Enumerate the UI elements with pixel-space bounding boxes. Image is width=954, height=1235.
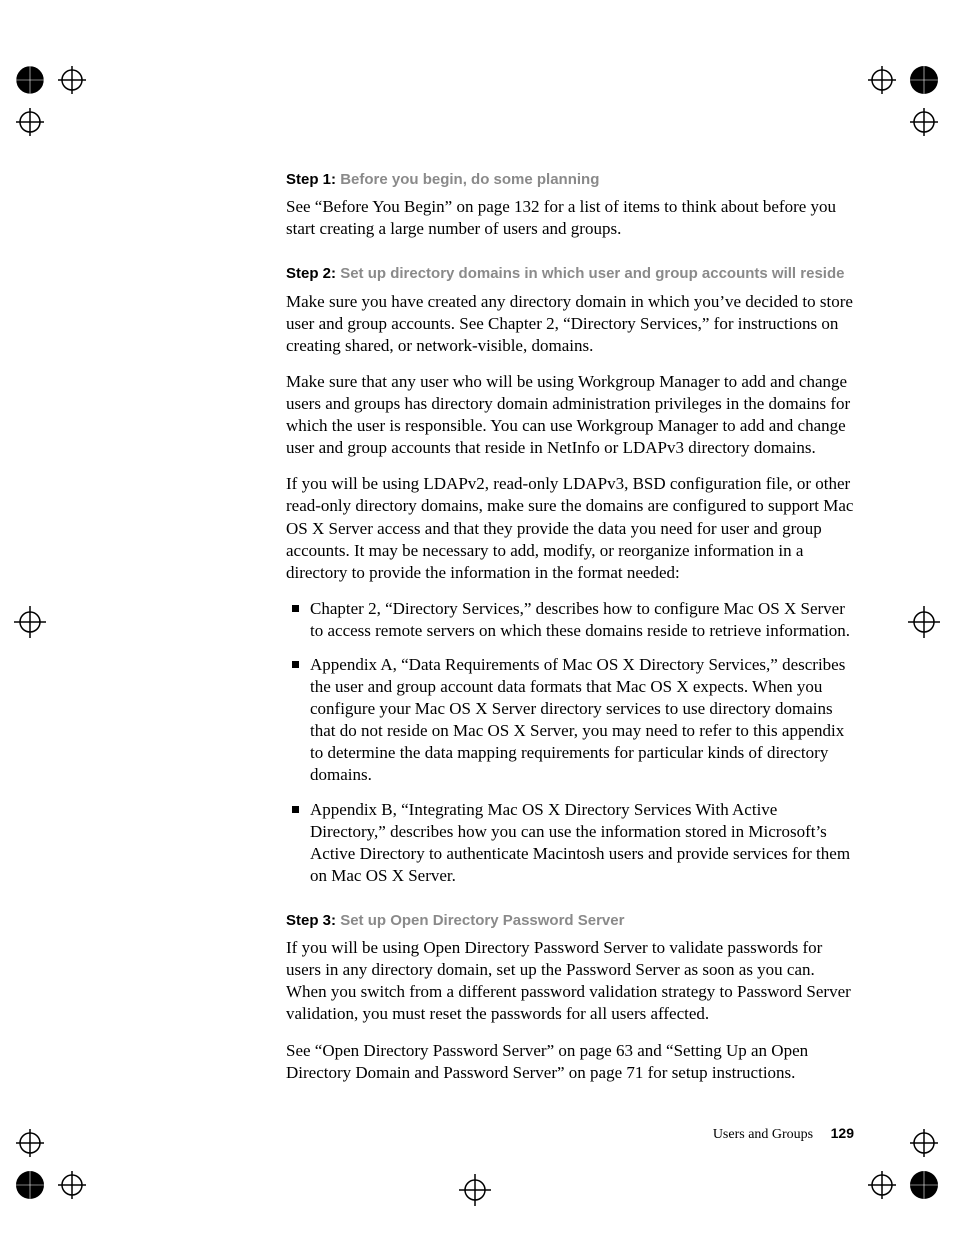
step-2-block: Step 2: Set up directory domains in whic… xyxy=(286,264,856,887)
step-1-label: Step 1: xyxy=(286,171,336,188)
registration-mark-icon xyxy=(844,60,944,150)
list-item: Appendix B, “Integrating Mac OS X Direct… xyxy=(286,799,856,887)
footer-section-title: Users and Groups xyxy=(713,1127,813,1142)
step-2-paragraph-2: Make sure that any user who will be usin… xyxy=(286,371,856,459)
page-footer: Users and Groups 129 xyxy=(713,1125,854,1143)
step-3-paragraph-1: If you will be using Open Directory Pass… xyxy=(286,937,856,1025)
page-content: Step 1: Before you begin, do some planni… xyxy=(286,170,856,1108)
step-3-heading: Step 3: Set up Open Directory Password S… xyxy=(286,911,856,931)
registration-mark-icon xyxy=(10,60,110,150)
step-2-paragraph-1: Make sure you have created any directory… xyxy=(286,291,856,357)
step-1-title: Before you begin, do some planning xyxy=(340,171,599,188)
step-3-block: Step 3: Set up Open Directory Password S… xyxy=(286,911,856,1084)
step-3-label: Step 3: xyxy=(286,912,336,929)
registration-mark-icon xyxy=(844,1115,944,1205)
step-1-paragraph: See “Before You Begin” on page 132 for a… xyxy=(286,196,856,240)
crosshair-icon xyxy=(455,1170,495,1215)
crosshair-icon xyxy=(10,602,50,647)
step-1-block: Step 1: Before you begin, do some planni… xyxy=(286,170,856,240)
crosshair-icon xyxy=(904,602,944,647)
step-2-bullet-list: Chapter 2, “Directory Services,” describ… xyxy=(286,598,856,887)
list-item: Chapter 2, “Directory Services,” describ… xyxy=(286,598,856,642)
step-1-heading: Step 1: Before you begin, do some planni… xyxy=(286,170,856,190)
page-number: 129 xyxy=(831,1125,854,1141)
step-3-paragraph-2: See “Open Directory Password Server” on … xyxy=(286,1040,856,1084)
list-item: Appendix A, “Data Requirements of Mac OS… xyxy=(286,654,856,787)
step-3-title: Set up Open Directory Password Server xyxy=(340,912,624,929)
step-2-title: Set up directory domains in which user a… xyxy=(340,265,844,282)
step-2-label: Step 2: xyxy=(286,265,336,282)
step-2-heading: Step 2: Set up directory domains in whic… xyxy=(286,264,856,284)
step-2-paragraph-3: If you will be using LDAPv2, read-only L… xyxy=(286,473,856,583)
registration-mark-icon xyxy=(10,1115,110,1205)
